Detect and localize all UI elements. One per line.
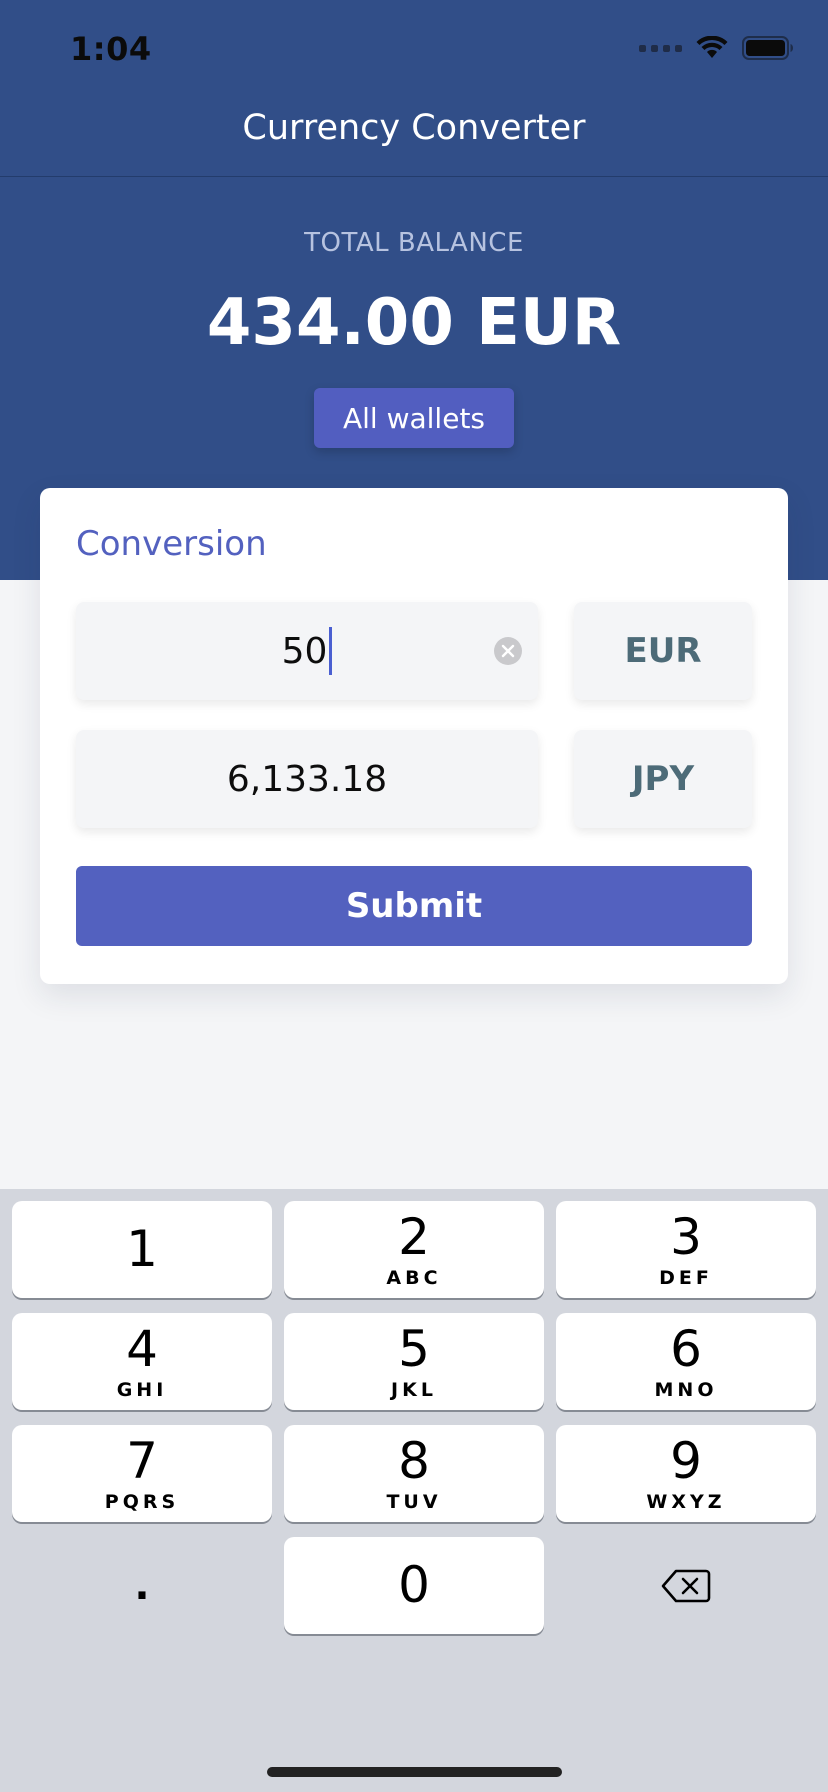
key-letters: ABC [386,1267,442,1289]
backspace-icon [661,1569,711,1602]
key-9[interactable]: 9 WXYZ [556,1425,816,1522]
text-cursor [329,627,333,675]
amount-input-value: 50 [281,630,328,672]
key-8[interactable]: 8 TUV [284,1425,544,1522]
key-digit: 1 [126,1220,158,1278]
home-indicator [267,1767,562,1777]
amount-input-value-wrap: 50 [76,602,538,700]
key-letters: GHI [116,1379,168,1401]
key-2[interactable]: 2 ABC [284,1201,544,1298]
to-currency-select[interactable]: JPY [574,730,752,828]
conversion-title: Conversion [76,524,267,564]
key-5[interactable]: 5 JKL [284,1313,544,1410]
conversion-card: Conversion 50 EUR 6,133.18 JPY Submit [40,488,788,984]
key-digit: 9 [670,1432,702,1490]
submit-button[interactable]: Submit [76,866,752,946]
key-3[interactable]: 3 DEF [556,1201,816,1298]
key-digit: 6 [670,1320,702,1378]
battery-full-icon [742,36,793,60]
key-letters: JKL [391,1379,437,1401]
key-letters: PQRS [104,1491,180,1513]
wifi-icon [696,36,728,58]
key-digit: 7 [126,1432,158,1490]
key-digit: 3 [670,1208,702,1266]
all-wallets-button[interactable]: All wallets [314,388,514,448]
status-time: 1:04 [70,30,152,68]
total-balance-label: TOTAL BALANCE [304,228,524,258]
key-digit: 8 [398,1432,430,1490]
key-6[interactable]: 6 MNO [556,1313,816,1410]
from-currency-select[interactable]: EUR [574,602,752,700]
key-decimal[interactable]: . [12,1537,272,1634]
total-balance-amount: 434.00 EUR [206,286,622,360]
key-7[interactable]: 7 PQRS [12,1425,272,1522]
status-icons [639,36,794,60]
clear-icon [501,644,515,658]
key-digit: 4 [126,1320,158,1378]
key-digit: 0 [398,1556,430,1614]
key-digit: 2 [398,1208,430,1266]
key-letters: MNO [654,1379,718,1401]
numeric-keyboard: 1 2 ABC 3 DEF 4 GHI 5 JKL 6 MNO 7 PQRS 8… [0,1189,828,1792]
delete-key[interactable] [556,1537,816,1634]
key-letters: DEF [659,1267,713,1289]
amount-input[interactable]: 50 [76,602,538,700]
header-divider [0,176,828,177]
converted-amount-field[interactable]: 6,133.18 [76,730,538,828]
cellular-dots-icon [639,44,682,52]
key-letters: WXYZ [646,1491,726,1513]
page-title: Currency Converter [242,108,586,148]
clear-input-button[interactable] [494,637,522,665]
key-0[interactable]: 0 [284,1537,544,1634]
key-digit: 5 [398,1320,430,1378]
key-letters: TUV [386,1491,442,1513]
key-1[interactable]: 1 [12,1201,272,1298]
key-4[interactable]: 4 GHI [12,1313,272,1410]
